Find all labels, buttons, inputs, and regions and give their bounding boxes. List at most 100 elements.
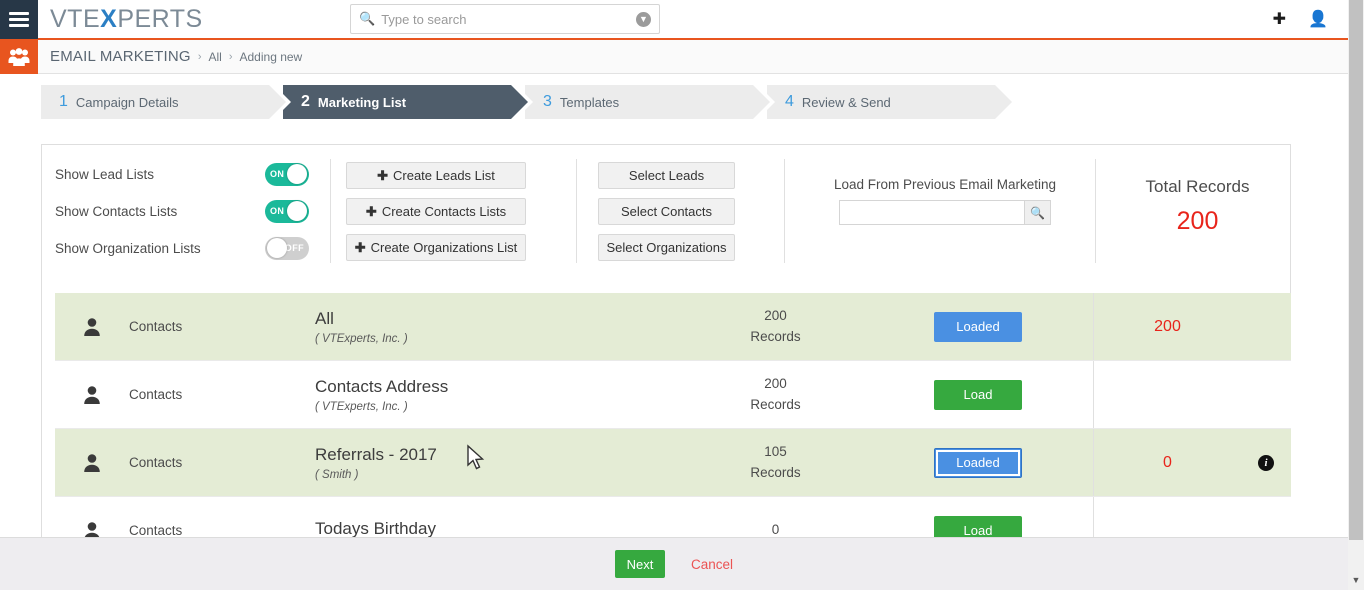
- total-records-value: 200: [1176, 207, 1219, 235]
- toggle-show-organization-lists[interactable]: OFF: [265, 236, 309, 260]
- row-name: Referrals - 2017: [315, 445, 437, 465]
- table-row[interactable]: Contacts Referrals - 2017 ( Smith ) 105 …: [55, 429, 1291, 497]
- search-icon: 🔍: [1030, 205, 1045, 220]
- hamburger-menu-button[interactable]: [0, 0, 38, 39]
- brand-logo[interactable]: VTEXPERTS: [38, 5, 203, 34]
- wizard-step-marketing-list[interactable]: 2 Marketing List: [283, 85, 533, 119]
- create-leads-list-button[interactable]: ✚ Create Leads List: [346, 162, 526, 189]
- plus-icon: ✚: [365, 203, 377, 219]
- search-icon: 🔍: [359, 11, 376, 26]
- plus-circle-icon[interactable]: ✚︎: [1273, 12, 1286, 28]
- breadcrumb-module[interactable]: EMAIL MARKETING: [50, 48, 191, 65]
- row-type: Contacts: [129, 523, 183, 538]
- load-button[interactable]: Loaded: [934, 447, 1022, 478]
- button-label: Create Leads List: [393, 168, 495, 183]
- chevron-down-icon[interactable]: ▼: [1348, 572, 1364, 588]
- step-label: Campaign Details: [75, 94, 179, 110]
- global-search-box[interactable]: 🔍 ▼: [350, 4, 660, 34]
- row-info-cell: i: [1241, 454, 1291, 471]
- toggle-label-leads: Show Lead Lists: [55, 166, 155, 182]
- load-from-previous-input[interactable]: [839, 200, 1024, 225]
- list-controls: Show Lead Lists ON Show Contacts Lists O…: [42, 145, 1290, 270]
- person-icon: [84, 385, 100, 404]
- step-label: Marketing List: [317, 94, 407, 110]
- divider-2: [576, 159, 577, 263]
- breadcrumb: EMAIL MARKETING › All › Adding new: [38, 40, 1348, 74]
- divider-4: [1095, 159, 1096, 263]
- button-label: Select Contacts: [620, 204, 713, 219]
- row-result: [1093, 361, 1241, 428]
- toggle-show-lead-lists[interactable]: ON: [265, 162, 309, 186]
- step-label: Templates: [559, 94, 620, 110]
- load-from-previous-label: Load From Previous Email Marketing: [833, 177, 1057, 192]
- row-type-icon-cell: [55, 385, 129, 405]
- load-from-previous-section: Load From Previous Email Marketing 🔍: [820, 177, 1070, 225]
- wizard-step-templates[interactable]: 3 Templates: [525, 85, 775, 119]
- create-contacts-lists-button[interactable]: ✚ Create Contacts Lists: [346, 198, 526, 225]
- top-navigation-bar: VTEXPERTS 🔍 ▼ ✚︎ 👤: [0, 0, 1348, 40]
- next-button[interactable]: Next: [614, 550, 665, 578]
- row-count-cell: 105 Records: [688, 442, 863, 483]
- row-owner: ( VTExperts, Inc. ): [315, 400, 408, 413]
- load-from-previous-search-button[interactable]: 🔍: [1024, 200, 1051, 225]
- toggle-row-contacts: Show Contacts Lists ON: [55, 198, 309, 224]
- divider-3: [784, 159, 785, 263]
- toggle-show-contacts-lists[interactable]: ON: [265, 199, 309, 223]
- total-records-section: Total Records 200: [1110, 177, 1285, 236]
- step-number: 2: [301, 93, 310, 110]
- toggle-label-contacts: Show Contacts Lists: [55, 203, 178, 219]
- load-button[interactable]: Loaded: [934, 311, 1022, 342]
- wizard-step-campaign-details[interactable]: 1 Campaign Details: [41, 85, 291, 119]
- row-result: 0: [1093, 429, 1241, 496]
- marketing-lists-table: Contacts All ( VTExperts, Inc. ) 200 Rec…: [55, 293, 1291, 565]
- table-row[interactable]: Contacts All ( VTExperts, Inc. ) 200 Rec…: [55, 293, 1291, 361]
- breadcrumb-list-link[interactable]: All: [208, 50, 221, 64]
- row-type-icon-cell: [55, 453, 129, 473]
- step-label: Review & Send: [801, 94, 891, 110]
- row-type: Contacts: [129, 455, 183, 470]
- select-contacts-button[interactable]: Select Contacts: [598, 198, 735, 225]
- row-count-value: 105: [764, 444, 787, 460]
- row-type: Contacts: [129, 319, 183, 334]
- step-number: 1: [59, 93, 68, 110]
- row-name-cell: Contacts Address ( VTExperts, Inc. ): [309, 376, 688, 412]
- row-type-icon-cell: [55, 317, 129, 337]
- step-number: 3: [543, 93, 552, 110]
- brand-prefix: VTE: [50, 4, 101, 33]
- table-row[interactable]: Contacts Contacts Address ( VTExperts, I…: [55, 361, 1291, 429]
- row-type: Contacts: [129, 387, 183, 402]
- row-count-value: 200: [764, 376, 787, 392]
- row-count-cell: 200 Records: [688, 306, 863, 347]
- toggle-state-text: ON: [270, 169, 285, 179]
- scrollbar-thumb[interactable]: [1349, 0, 1363, 540]
- toggle-knob: [287, 164, 307, 184]
- button-label: Create Contacts Lists: [381, 204, 507, 219]
- brand-x: X: [100, 4, 118, 33]
- create-organizations-list-button[interactable]: ✚ Create Organizations List: [346, 234, 526, 261]
- application-window: VTEXPERTS 🔍 ▼ ✚︎ 👤 EMAIL MARKETING › All…: [0, 0, 1364, 590]
- select-leads-button[interactable]: Select Leads: [598, 162, 735, 189]
- chevron-down-circle-icon[interactable]: ▼: [636, 11, 651, 27]
- info-icon[interactable]: i: [1258, 454, 1274, 471]
- wizard-step-review-send[interactable]: 4 Review & Send: [767, 85, 1017, 119]
- page-scrollbar[interactable]: ▼: [1348, 0, 1364, 590]
- user-icon[interactable]: 👤: [1308, 12, 1328, 28]
- plus-icon: ✚: [377, 167, 388, 183]
- row-action-cell: Load: [863, 379, 1093, 410]
- row-owner: ( VTExperts, Inc. ): [315, 332, 408, 345]
- breadcrumb-separator: ›: [228, 50, 233, 63]
- cancel-button[interactable]: Cancel: [691, 557, 733, 572]
- toggle-label-organizations: Show Organization Lists: [55, 240, 201, 256]
- load-button[interactable]: Load: [934, 379, 1022, 410]
- module-icon-rail[interactable]: [0, 40, 38, 74]
- person-icon: [84, 317, 100, 336]
- search-input[interactable]: [381, 11, 636, 27]
- person-icon: [84, 453, 100, 472]
- select-organizations-button[interactable]: Select Organizations: [598, 234, 735, 261]
- toggle-row-organizations: Show Organization Lists OFF: [55, 235, 309, 261]
- plus-icon: ✚: [354, 239, 366, 255]
- row-action-cell: Loaded: [863, 311, 1093, 342]
- divider-1: [330, 159, 331, 263]
- row-count-unit: Records: [750, 328, 801, 344]
- row-count-cell: 200 Records: [688, 374, 863, 415]
